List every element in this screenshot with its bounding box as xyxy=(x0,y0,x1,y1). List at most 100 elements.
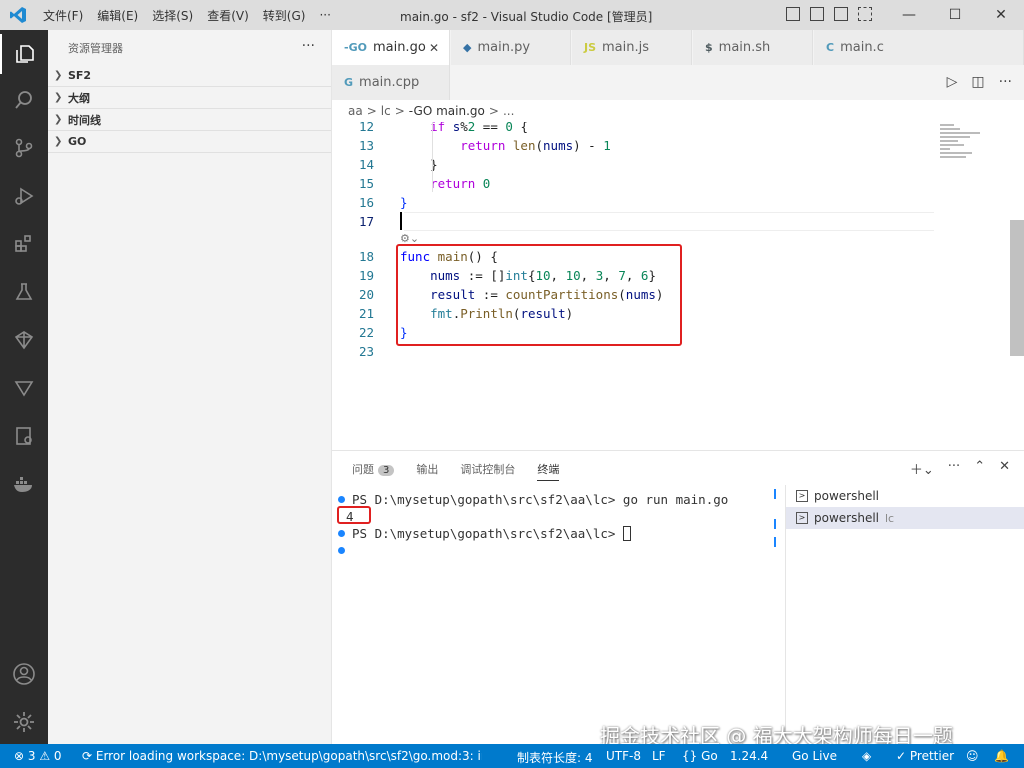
chevron-right-icon: ❯ xyxy=(54,114,63,125)
sidebar-title: 资源管理器 xyxy=(68,41,123,55)
tab-output[interactable]: 输出 xyxy=(416,461,438,481)
tab-label: main.go xyxy=(372,40,426,55)
status-message[interactable]: ⟳ Error loading workspace: D:\mysetup\go… xyxy=(82,749,482,763)
text-cursor xyxy=(400,212,402,230)
tab-main-c[interactable]: C main.c xyxy=(814,30,1024,65)
terminal-item[interactable]: > powershell xyxy=(786,485,1024,507)
account-status-icon[interactable]: ☺ xyxy=(966,749,979,763)
current-line-highlight xyxy=(404,212,934,231)
terminal-output[interactable]: PS D:\mysetup\gopath\src\sf2\aa\lc> go r… xyxy=(338,491,778,559)
terminal-text: PS D:\mysetup\gopath\src\sf2\aa\lc> xyxy=(352,526,623,541)
settings-gear-icon[interactable] xyxy=(0,702,48,742)
maximize-panel-icon[interactable]: ⌃ xyxy=(974,459,985,478)
maximize-button[interactable]: ☐ xyxy=(932,0,978,30)
code-editor[interactable]: 12 if s%2 == 0 { 13 return len(nums) - 1… xyxy=(332,122,1024,450)
menu-file[interactable]: 文件(F) xyxy=(36,7,90,24)
section-go[interactable]: ❯ GO xyxy=(48,131,331,153)
line-number: 14 xyxy=(358,157,374,172)
js-icon: JS xyxy=(584,41,597,54)
cmake-icon[interactable] xyxy=(0,416,48,456)
docker-icon[interactable] xyxy=(0,464,48,504)
tab-main-sh[interactable]: $ main.sh xyxy=(693,30,813,65)
line-number: 22 xyxy=(358,325,374,340)
terminal-icon: > xyxy=(796,490,808,502)
go-version-status[interactable]: 1.24.4 xyxy=(730,749,768,763)
tab-main-js[interactable]: JS main.js xyxy=(572,30,692,65)
code-highlight-box xyxy=(396,244,682,346)
breadcrumb-separator: > xyxy=(366,104,377,118)
section-timeline[interactable]: ❯ 时间线 xyxy=(48,109,331,131)
search-icon[interactable] xyxy=(0,80,48,120)
menu-go[interactable]: 转到(G) xyxy=(256,7,313,24)
encoding-status[interactable]: UTF-8 xyxy=(606,749,641,763)
code-line: } xyxy=(400,195,408,210)
tab-terminal[interactable]: 终端 xyxy=(537,461,560,481)
minimap[interactable] xyxy=(940,122,1010,182)
command-decoration-icon[interactable] xyxy=(338,530,345,537)
go-live-status[interactable]: Go Live xyxy=(792,749,837,763)
remote-explorer-icon[interactable] xyxy=(0,320,48,360)
sidebar-more-button[interactable]: ··· xyxy=(302,38,315,54)
run-code-icon[interactable]: ▷ xyxy=(947,74,958,90)
menu-selection[interactable]: 选择(S) xyxy=(145,7,200,24)
eol-status[interactable]: LF xyxy=(652,749,666,763)
window-title: main.go - sf2 - Visual Studio Code [管理员] xyxy=(400,10,653,24)
split-editor-icon[interactable]: ◫ xyxy=(971,74,984,90)
testing-icon[interactable] xyxy=(0,272,48,312)
menu-bar: 文件(F) 编辑(E) 选择(S) 查看(V) 转到(G) ··· xyxy=(36,7,338,24)
command-decoration-icon[interactable] xyxy=(338,547,345,554)
problems-status[interactable]: ⊗ 3 ⚠ 0 xyxy=(14,749,62,763)
language-status[interactable]: {} Go xyxy=(682,749,718,763)
chevron-right-icon: ❯ xyxy=(54,70,63,81)
breadcrumb-separator: > xyxy=(394,104,405,118)
source-control-icon[interactable] xyxy=(0,128,48,168)
activity-bar xyxy=(0,30,48,744)
shell-icon: $ xyxy=(705,41,713,54)
editor-scrollbar[interactable] xyxy=(1010,220,1024,356)
breadcrumb-item[interactable]: ... xyxy=(503,104,514,118)
terminal-line: 4 xyxy=(338,508,778,525)
overview-marker xyxy=(774,489,776,499)
panel-more-icon[interactable]: ··· xyxy=(948,459,960,478)
remote-icon[interactable]: ◈ xyxy=(862,749,871,763)
toggle-secondary-sidebar-icon[interactable] xyxy=(834,7,848,21)
filter-icon[interactable] xyxy=(0,368,48,408)
customize-layout-icon[interactable] xyxy=(858,7,872,21)
section-label: GO xyxy=(68,135,87,148)
new-terminal-icon[interactable]: ＋⌄ xyxy=(910,459,934,478)
close-window-button[interactable]: ✕ xyxy=(978,0,1024,30)
tab-main-cpp[interactable]: G main.cpp xyxy=(332,65,450,100)
menu-more[interactable]: ··· xyxy=(312,8,337,22)
close-icon[interactable]: ✕ xyxy=(429,41,439,55)
tab-problems[interactable]: 问题 3 xyxy=(352,461,395,481)
chevron-right-icon: ❯ xyxy=(54,92,63,103)
minimize-button[interactable]: — xyxy=(886,0,932,30)
account-icon[interactable] xyxy=(0,654,48,694)
command-decoration-icon[interactable] xyxy=(338,496,345,503)
prettier-status[interactable]: ✓ Prettier xyxy=(896,749,954,763)
section-outline[interactable]: ❯ 大纲 xyxy=(48,87,331,109)
section-label: SF2 xyxy=(68,69,92,82)
breadcrumb-item[interactable]: -GO main.go xyxy=(409,104,485,118)
menu-view[interactable]: 查看(V) xyxy=(200,7,256,24)
more-actions-icon[interactable]: ··· xyxy=(999,74,1012,90)
breadcrumb-item[interactable]: aa xyxy=(348,104,363,118)
tab-debug-console[interactable]: 调试控制台 xyxy=(460,461,515,481)
extensions-icon[interactable] xyxy=(0,224,48,264)
terminal-item[interactable]: > powershell lc xyxy=(786,507,1024,529)
notifications-bell-icon[interactable]: 🔔 xyxy=(994,749,1009,763)
toggle-sidebar-icon[interactable] xyxy=(786,7,800,21)
tab-main-go[interactable]: -GO main.go ✕ xyxy=(332,30,450,65)
menu-edit[interactable]: 编辑(E) xyxy=(90,7,145,24)
code-line: return 0 xyxy=(430,176,491,191)
overview-marker xyxy=(774,537,776,547)
toggle-panel-icon[interactable] xyxy=(810,7,824,21)
tab-main-py[interactable]: ◆ main.py xyxy=(451,30,571,65)
breadcrumb-item[interactable]: lc xyxy=(381,104,391,118)
section-sf2[interactable]: ❯ SF2 xyxy=(48,65,331,87)
indent-status[interactable]: 制表符长度: 4 xyxy=(517,749,593,766)
run-debug-icon[interactable] xyxy=(0,176,48,216)
explorer-icon[interactable] xyxy=(0,34,48,74)
code-line: if s%2 == 0 { xyxy=(400,122,528,134)
close-panel-icon[interactable]: ✕ xyxy=(999,459,1010,478)
